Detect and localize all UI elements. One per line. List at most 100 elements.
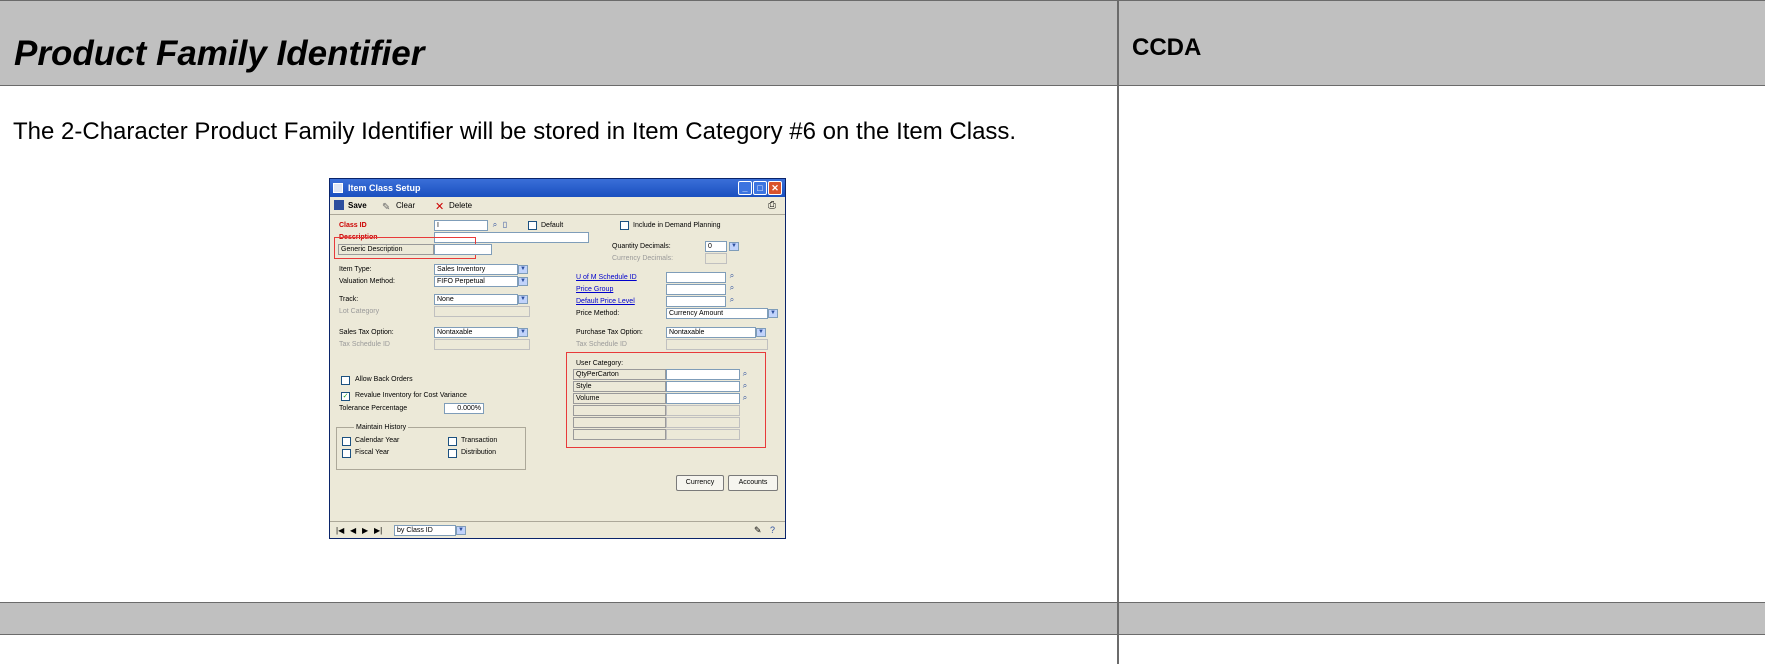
app-icon — [333, 183, 343, 193]
valuation-method-select[interactable]: FIFO Perpetual — [434, 276, 518, 287]
lookup-icon[interactable]: ⌕ — [490, 220, 500, 230]
item-type-select[interactable]: Sales Inventory — [434, 264, 518, 275]
class-id-field[interactable]: I — [434, 220, 488, 231]
delete-icon: ✕ — [435, 201, 445, 213]
side-title: CCDA — [1132, 34, 1202, 61]
user-category-5-field — [666, 417, 740, 428]
default-price-level-link[interactable]: Default Price Level — [576, 297, 635, 307]
maintain-history-label: Maintain History — [354, 423, 409, 433]
revalue-label: Revalue Inventory for Cost Variance — [355, 392, 467, 399]
note-icon[interactable]: ✎ — [754, 525, 762, 535]
default-price-level-field[interactable] — [666, 296, 726, 307]
lookup-icon[interactable]: ⌕ — [727, 271, 737, 281]
help-icon[interactable]: ? — [770, 525, 775, 535]
fiscal-year-checkbox[interactable] — [342, 449, 351, 458]
user-category-2-label: Style — [573, 381, 666, 392]
user-category-4-field — [666, 405, 740, 416]
page-title: Product Family Identifier — [14, 34, 425, 73]
maximize-icon[interactable]: □ — [753, 181, 767, 195]
include-demand-label: Include in Demand Planning — [633, 222, 721, 229]
lot-category-label: Lot Category — [339, 308, 380, 315]
browse-previous-icon[interactable]: ◀ — [350, 526, 356, 536]
lookup-icon[interactable]: ⌕ — [740, 369, 750, 379]
browse-last-icon[interactable]: ▶| — [374, 526, 382, 536]
chevron-down-icon[interactable]: ▼ — [518, 295, 528, 304]
currency-button[interactable]: Currency — [676, 475, 724, 491]
minimize-icon[interactable]: _ — [738, 181, 752, 195]
class-id-label: Class ID — [339, 222, 367, 229]
chevron-down-icon[interactable]: ▼ — [756, 328, 766, 337]
lookup-icon[interactable]: ⌕ — [740, 393, 750, 403]
accounts-button[interactable]: Accounts — [728, 475, 778, 491]
chevron-down-icon[interactable]: ▼ — [518, 265, 528, 274]
currency-decimals-field — [705, 253, 727, 264]
lot-category-field — [434, 306, 530, 317]
sales-tax-option-label: Sales Tax Option: — [339, 329, 394, 336]
include-demand-checkbox[interactable] — [620, 221, 629, 230]
sort-select[interactable]: by Class ID — [394, 525, 456, 536]
window-toolbar: Save ✎ Clear ✕ Delete ⎙ — [330, 197, 785, 215]
print-icon[interactable]: ⎙ — [768, 197, 776, 215]
window-title: Item Class Setup — [348, 183, 421, 193]
lookup-icon[interactable]: ⌕ — [727, 283, 737, 293]
default-checkbox[interactable] — [528, 221, 537, 230]
tolerance-field[interactable]: 0.000% — [444, 403, 484, 414]
price-method-label: Price Method: — [576, 310, 620, 317]
chevron-down-icon[interactable]: ▼ — [518, 328, 528, 337]
price-group-link[interactable]: Price Group — [576, 285, 613, 295]
document-page: Product Family Identifier CCDA The 2-Cha… — [0, 0, 1765, 664]
generic-description-field[interactable] — [434, 244, 492, 255]
chevron-down-icon[interactable]: ▼ — [456, 526, 466, 535]
lookup-icon[interactable]: ⌕ — [727, 295, 737, 305]
window-statusbar: |◀ ◀ ▶ ▶| by Class ID ▼ ✎ ? — [330, 521, 785, 538]
transaction-checkbox[interactable] — [448, 437, 457, 446]
clear-button[interactable]: ✎ Clear — [382, 197, 415, 215]
content-row — [0, 85, 1765, 602]
chevron-down-icon[interactable]: ▼ — [518, 277, 528, 286]
delete-button[interactable]: ✕ Delete — [435, 197, 472, 215]
sales-tax-option-select[interactable]: Nontaxable — [434, 327, 518, 338]
close-icon[interactable]: ✕ — [768, 181, 782, 195]
chevron-down-icon[interactable]: ▼ — [729, 242, 739, 251]
uofm-schedule-link[interactable]: U of M Schedule ID — [576, 273, 637, 283]
allow-back-orders-label: Allow Back Orders — [355, 376, 413, 383]
tax-schedule-field — [434, 339, 530, 350]
calendar-year-label: Calendar Year — [355, 437, 400, 444]
distribution-checkbox[interactable] — [448, 449, 457, 458]
save-button[interactable]: Save — [334, 197, 367, 215]
currency-decimals-label: Currency Decimals: — [612, 255, 674, 262]
user-category-3-field[interactable] — [666, 393, 740, 404]
revalue-checkbox[interactable]: ✓ — [341, 392, 350, 401]
quantity-decimals-field[interactable]: 0 — [705, 241, 727, 252]
chevron-down-icon[interactable]: ▼ — [768, 309, 778, 318]
user-category-3-label: Volume — [573, 393, 666, 404]
tolerance-label: Tolerance Percentage — [339, 405, 408, 412]
quantity-decimals-label: Quantity Decimals: — [612, 243, 671, 250]
body-paragraph: The 2-Character Product Family Identifie… — [13, 118, 1017, 145]
allow-back-orders-checkbox[interactable] — [341, 376, 350, 385]
new-note-icon[interactable]: ▯ — [500, 220, 510, 230]
browse-first-icon[interactable]: |◀ — [336, 526, 344, 536]
user-category-label: User Category: — [576, 360, 624, 367]
uofm-schedule-field[interactable] — [666, 272, 726, 283]
bottom-row — [0, 634, 1765, 664]
track-select[interactable]: None — [434, 294, 518, 305]
purchase-tax-schedule-label: Tax Schedule ID — [576, 341, 627, 348]
grey-band-row — [0, 602, 1765, 634]
user-category-1-field[interactable] — [666, 369, 740, 380]
calendar-year-checkbox[interactable] — [342, 437, 351, 446]
browse-next-icon[interactable]: ▶ — [362, 526, 368, 536]
clear-icon: ✎ — [382, 202, 391, 213]
user-category-2-field[interactable] — [666, 381, 740, 392]
tax-schedule-label: Tax Schedule ID — [339, 341, 390, 348]
item-class-setup-window: Item Class Setup _ □ ✕ Save ✎ Clear ✕ Dele… — [329, 178, 786, 539]
lookup-icon[interactable]: ⌕ — [740, 381, 750, 391]
distribution-label: Distribution — [461, 449, 497, 456]
price-method-select[interactable]: Currency Amount — [666, 308, 768, 319]
user-category-5-label — [573, 417, 666, 428]
purchase-tax-option-select[interactable]: Nontaxable — [666, 327, 756, 338]
purchase-tax-schedule-field — [666, 339, 768, 350]
price-group-field[interactable] — [666, 284, 726, 295]
user-category-4-label — [573, 405, 666, 416]
transaction-label: Transaction — [461, 437, 498, 444]
